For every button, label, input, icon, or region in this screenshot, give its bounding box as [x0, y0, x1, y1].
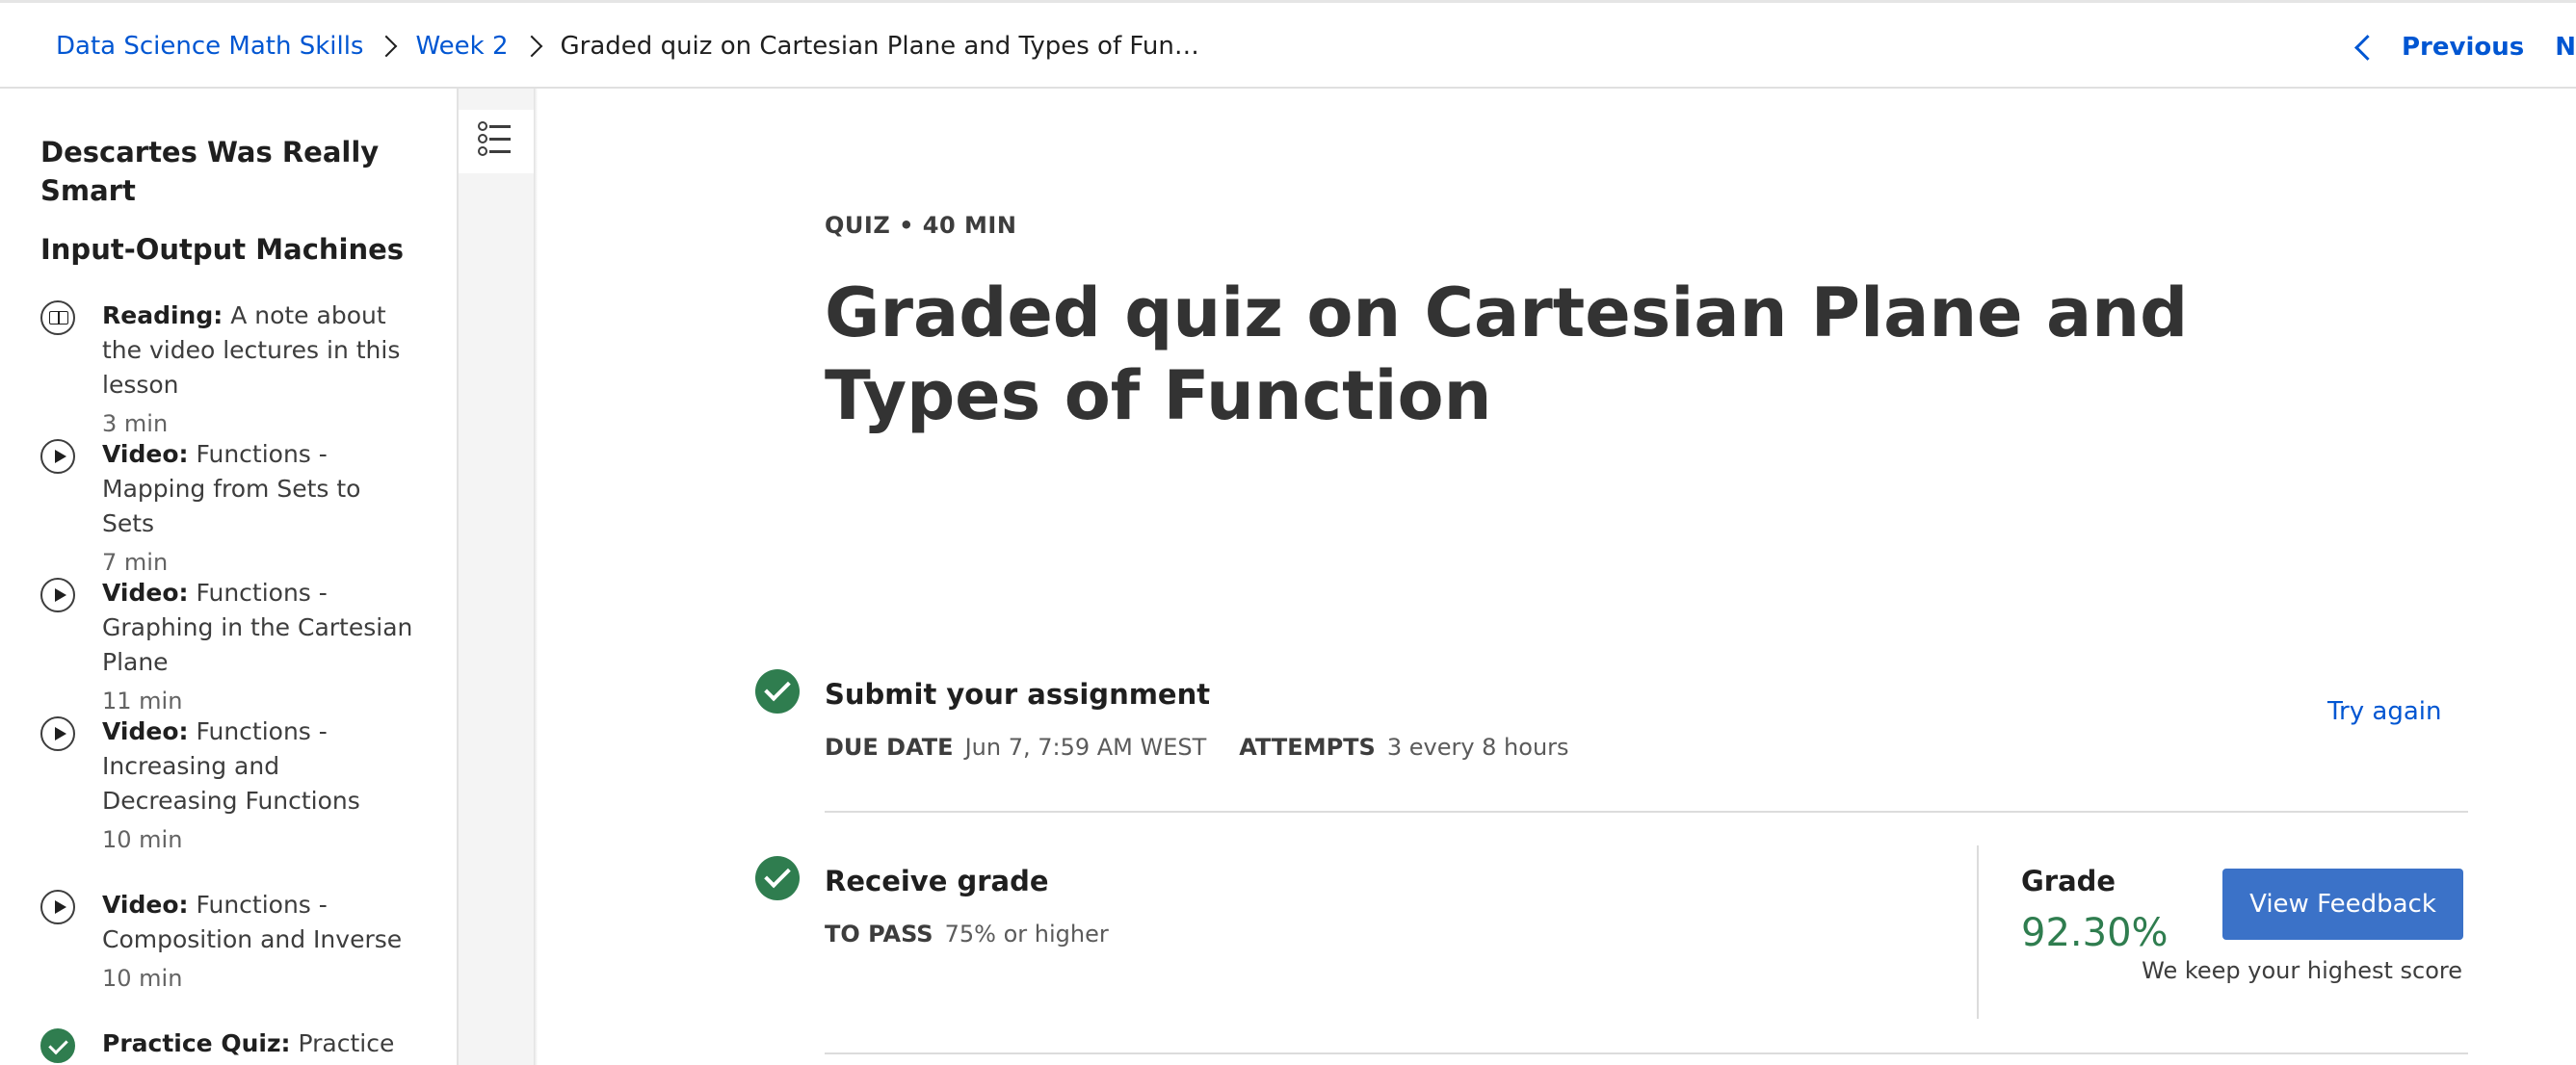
attempts-value: 3 every 8 hours [1386, 734, 1569, 761]
to-pass-value: 75% or higher [944, 921, 1109, 948]
submit-step-title: Submit your assignment [825, 678, 1211, 711]
play-icon [40, 716, 75, 751]
check-icon [40, 1028, 75, 1063]
item-duration: 10 min [102, 826, 183, 853]
to-pass-label: TO PASS [825, 921, 933, 948]
item-duration: 3 min [102, 410, 169, 437]
breadcrumb-current: Graded quiz on Cartesian Plane and Types… [560, 32, 1199, 61]
play-icon [40, 890, 75, 924]
play-icon [40, 439, 75, 474]
item-kind: Video: [102, 579, 189, 607]
check-icon [755, 669, 800, 714]
chevron-right-icon [520, 35, 542, 58]
pass-meta: TO PASS 75% or higher [825, 921, 1109, 948]
attempts-label: ATTEMPTS [1239, 734, 1376, 761]
sidebar-toggle-rail [457, 89, 534, 1065]
lesson-title: Input-Output Machines [40, 233, 405, 266]
top-bar: Data Science Math Skills Week 2 Graded q… [0, 0, 2576, 89]
check-icon [755, 856, 800, 900]
submit-meta: DUE DATE Jun 7, 7:59 AM WEST ATTEMPTS 3 eve… [825, 734, 1569, 761]
item-duration: 10 min [102, 965, 183, 992]
item-duration: 11 min [102, 688, 183, 714]
grade-value: 92.30% [2021, 911, 2169, 955]
item-kind: Video: [102, 717, 189, 745]
divider [825, 1052, 2468, 1054]
due-date-value: Jun 7, 7:59 AM WEST [964, 734, 1207, 761]
quiz-main: QUIZ • 40 MIN Graded quiz on Cartesian P… [538, 89, 2576, 1065]
item-kind: Reading: [102, 301, 223, 329]
module-title[interactable]: Descartes Was Really Smart [40, 133, 387, 210]
page-title: Graded quiz on Cartesian Plane and Types… [825, 273, 2189, 435]
highest-score-note: We keep your highest score [2142, 957, 2462, 984]
item-kind: Practice Quiz: [102, 1029, 291, 1057]
grade-label: Grade [2021, 865, 2116, 897]
breadcrumb: Data Science Math Skills Week 2 Graded q… [56, 32, 1199, 61]
course-outline-sidebar: Descartes Was Really Smart Input-Output … [0, 89, 457, 1065]
divider [825, 811, 2468, 813]
list-icon [478, 121, 513, 156]
breadcrumb-course[interactable]: Data Science Math Skills [56, 32, 363, 61]
due-date-label: DUE DATE [825, 734, 954, 761]
item-duration: 7 min [102, 549, 169, 576]
item-kind: Video: [102, 891, 189, 919]
quiz-eyebrow: QUIZ • 40 MIN [825, 212, 1017, 239]
breadcrumb-week[interactable]: Week 2 [415, 32, 508, 61]
previous-link[interactable]: Previous [2402, 33, 2524, 62]
view-feedback-button[interactable]: View Feedback [2222, 869, 2463, 940]
play-icon [40, 578, 75, 612]
book-icon [40, 300, 75, 335]
next-link[interactable]: Nex [2555, 33, 2576, 62]
item-kind: Video: [102, 440, 189, 468]
prev-next-nav: Previous Nex [2354, 33, 2576, 62]
chevron-right-icon [376, 35, 398, 58]
chevron-left-icon[interactable] [2354, 34, 2380, 61]
grade-step-title: Receive grade [825, 865, 1049, 897]
try-again-link[interactable]: Try again [2327, 697, 2441, 726]
outline-toggle-button[interactable] [459, 110, 534, 173]
divider [1977, 845, 1979, 1019]
